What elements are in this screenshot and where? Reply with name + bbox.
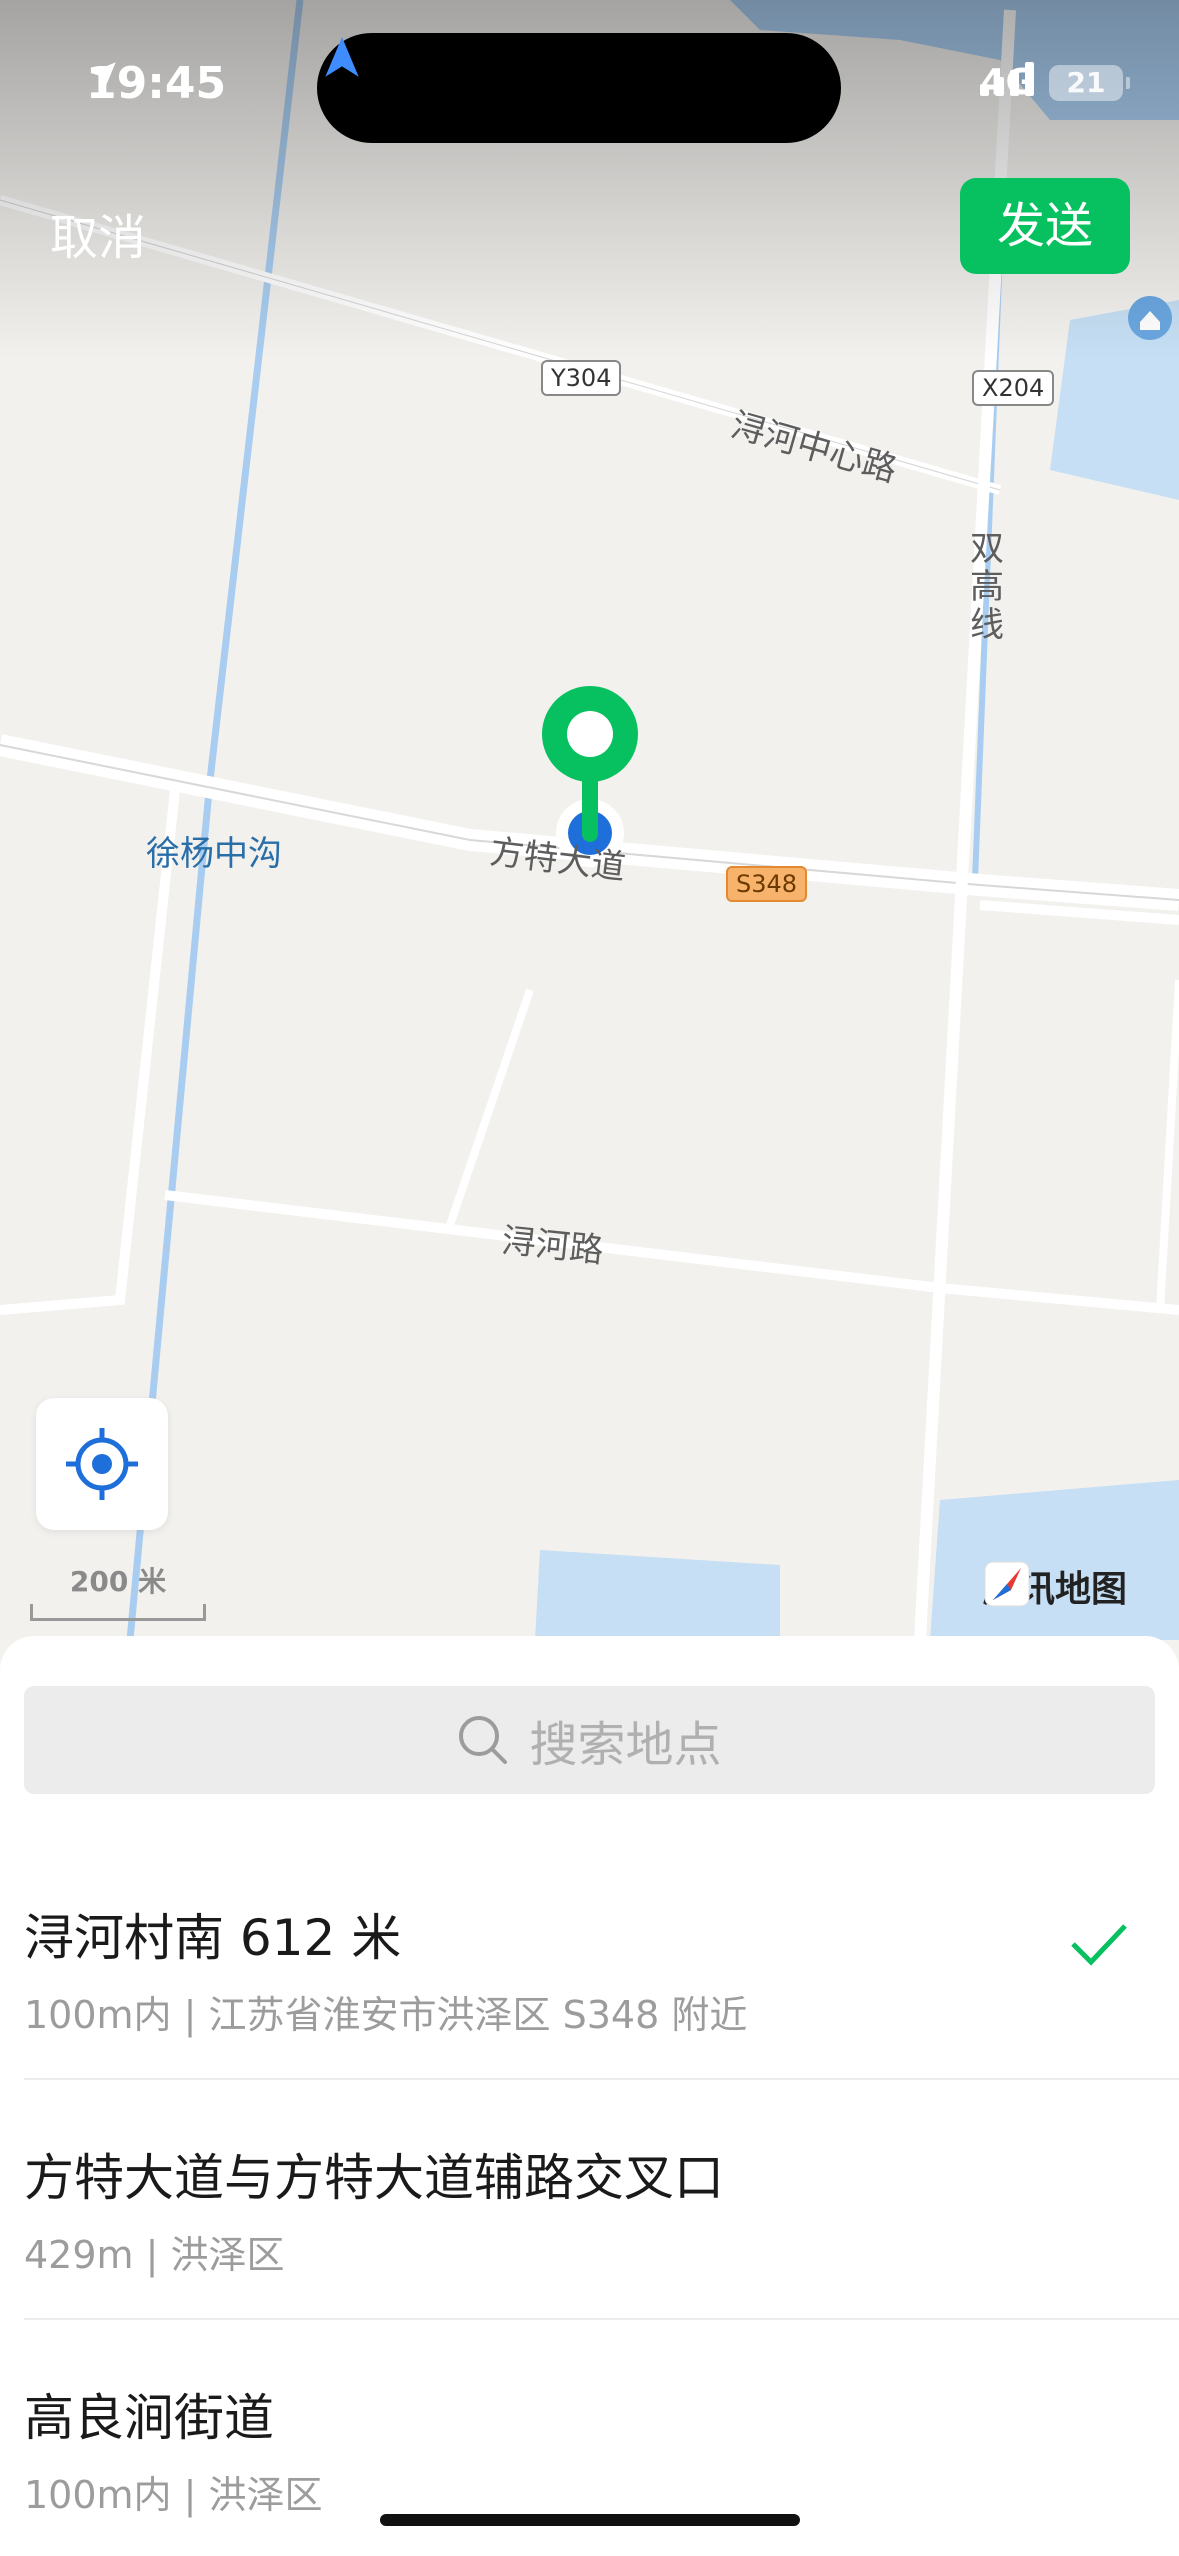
result-subtitle: 100m内 | 洪泽区	[24, 2473, 323, 2517]
result-item-2[interactable]: 方特大道与方特大道辅路交叉口 429m | 洪泽区	[24, 2138, 1179, 2279]
search-icon	[459, 1716, 508, 1764]
result-subtitle: 429m | 洪泽区	[24, 2233, 285, 2277]
status-indicators: 4G 21	[980, 62, 1130, 103]
road-label-xunhe: 浔河路	[499, 1220, 606, 1272]
divider	[24, 2078, 1179, 2080]
status-time: 19:45	[86, 58, 227, 109]
road-xunhe	[164, 1190, 1179, 1315]
location-arrow-icon	[90, 62, 116, 88]
dynamic-island	[317, 33, 841, 143]
result-item-1[interactable]: 浔河村南 612 米 100m内 | 江苏省淮安市洪泽区 S348 附近	[24, 1898, 1179, 2039]
result-title: 高良涧街道	[24, 2389, 274, 2447]
map-brand: 腾讯地图	[983, 1560, 1127, 1612]
road-badge-s348: S348	[726, 866, 808, 902]
result-subtitle: 100m内 | 江苏省淮安市洪泽区 S348 附近	[24, 1993, 748, 2037]
result-title: 浔河村南 612 米	[24, 1909, 402, 1967]
road-small	[446, 988, 534, 1227]
home-indicator[interactable]	[380, 2514, 800, 2526]
navigation-arrow-icon	[325, 37, 359, 77]
selected-check-icon	[1071, 1924, 1127, 1966]
battery-icon: 21	[1049, 64, 1130, 101]
cancel-button[interactable]: 取消	[50, 198, 146, 268]
tencent-map-logo-icon	[984, 1561, 1030, 1607]
locate-me-button[interactable]	[36, 1398, 168, 1530]
search-input[interactable]: 搜索地点	[24, 1686, 1155, 1794]
road-badge-x204: X204	[972, 370, 1055, 406]
divider	[24, 2318, 1179, 2320]
result-item-3[interactable]: 高良涧街道 100m内 | 洪泽区	[24, 2378, 1179, 2519]
road-badge-y304: Y304	[541, 360, 622, 396]
water-label-xuyang: 徐杨中沟	[146, 834, 282, 874]
result-title: 方特大道与方特大道辅路交叉口	[24, 2149, 724, 2207]
send-button[interactable]: 发送	[960, 178, 1130, 274]
map-view[interactable]: 浔河中心路 双高线 方特大道 浔河路 徐杨中沟 Y304 X204 S348 1…	[0, 0, 1179, 1640]
map-scale: 200 米	[30, 1560, 206, 1621]
water-area-south	[535, 1550, 780, 1640]
search-placeholder: 搜索地点	[529, 1717, 722, 1773]
road-label-shuanggao: 双高线	[970, 529, 1004, 645]
signal-icon	[980, 62, 1035, 96]
crosshair-icon	[66, 1428, 138, 1500]
